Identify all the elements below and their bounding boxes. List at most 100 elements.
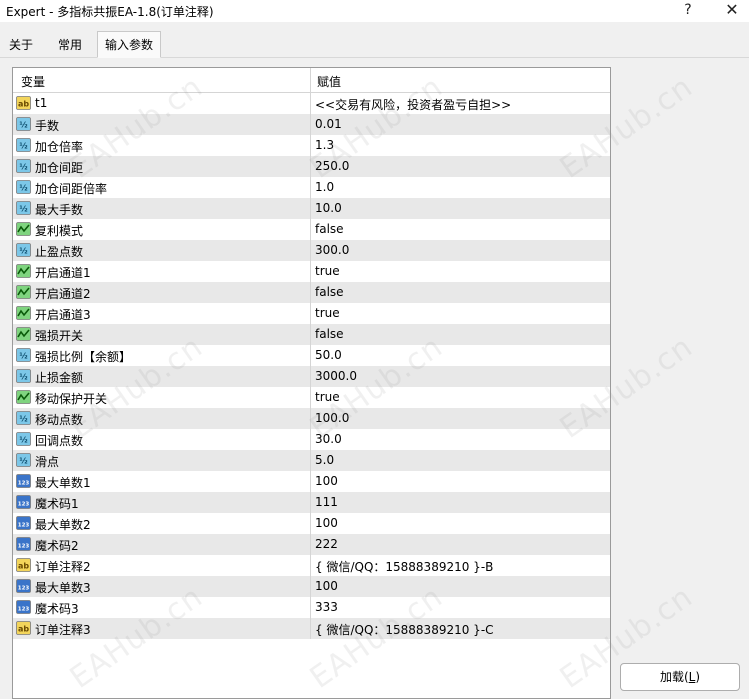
parameter-row[interactable]: 开启通道2 false bbox=[13, 282, 610, 303]
parameter-value[interactable]: false bbox=[315, 285, 344, 299]
parameter-value[interactable]: true bbox=[315, 264, 340, 278]
parameter-value[interactable]: 3000.0 bbox=[315, 369, 357, 383]
parameter-row[interactable]: ½ 回调点数 30.0 bbox=[13, 429, 610, 450]
parameter-row[interactable]: 123 最大单数3 100 bbox=[13, 576, 610, 597]
help-button[interactable]: ? bbox=[670, 0, 706, 22]
tab-input-parameters[interactable]: 输入参数 bbox=[97, 31, 161, 58]
parameter-row[interactable]: 复利模式 false bbox=[13, 219, 610, 240]
parameter-value[interactable]: false bbox=[315, 327, 344, 341]
parameter-row[interactable]: 强损开关 false bbox=[13, 324, 610, 345]
svg-text:½: ½ bbox=[19, 246, 27, 256]
int-type-icon: 123 bbox=[16, 600, 31, 614]
parameter-row[interactable]: ½ 加仓倍率 1.3 bbox=[13, 135, 610, 156]
parameter-name: 移动点数 bbox=[35, 413, 84, 427]
svg-text:123: 123 bbox=[18, 502, 30, 508]
parameter-row[interactable]: 移动保护开关 true bbox=[13, 387, 610, 408]
parameter-value[interactable]: 300.0 bbox=[315, 243, 349, 257]
parameter-value[interactable]: 1.3 bbox=[315, 138, 334, 152]
parameter-name: 开启通道3 bbox=[35, 308, 91, 322]
bool-type-icon bbox=[16, 327, 31, 341]
parameter-value[interactable]: { 微信/QQ：15888389210 }-B bbox=[315, 558, 493, 575]
parameter-row[interactable]: 开启通道3 true bbox=[13, 303, 610, 324]
column-divider bbox=[310, 555, 311, 576]
parameter-name: 滑点 bbox=[35, 455, 60, 469]
parameter-row[interactable]: 开启通道1 true bbox=[13, 261, 610, 282]
parameter-value[interactable]: 111 bbox=[315, 495, 338, 509]
svg-text:ab: ab bbox=[18, 562, 29, 571]
double-type-icon: ½ bbox=[16, 117, 31, 131]
parameter-row[interactable]: ½ 止损金额 3000.0 bbox=[13, 366, 610, 387]
parameter-value[interactable]: 5.0 bbox=[315, 453, 334, 467]
column-divider bbox=[310, 450, 311, 471]
parameter-value[interactable]: 50.0 bbox=[315, 348, 342, 362]
column-divider bbox=[310, 219, 311, 240]
parameter-row[interactable]: ½ 止盈点数 300.0 bbox=[13, 240, 610, 261]
parameter-row[interactable]: ab 订单注释3 { 微信/QQ：15888389210 }-C bbox=[13, 618, 610, 639]
column-divider bbox=[310, 261, 311, 282]
parameter-name: 加仓间距倍率 bbox=[35, 182, 108, 196]
parameter-value[interactable]: 10.0 bbox=[315, 201, 342, 215]
parameter-row[interactable]: 123 魔术码3 333 bbox=[13, 597, 610, 618]
parameter-value[interactable]: { 微信/QQ：15888389210 }-C bbox=[315, 621, 494, 638]
parameter-value[interactable]: 100 bbox=[315, 579, 338, 593]
column-divider bbox=[310, 156, 311, 177]
column-divider bbox=[310, 387, 311, 408]
parameter-value[interactable]: true bbox=[315, 306, 340, 320]
parameter-value[interactable]: 250.0 bbox=[315, 159, 349, 173]
parameter-row[interactable]: ab t1 <<交易有风险，投资者盈亏自担>> bbox=[13, 93, 610, 114]
double-type-icon: ½ bbox=[16, 138, 31, 152]
parameter-name: 复利模式 bbox=[35, 224, 84, 238]
parameters-grid[interactable]: 变量 赋值 ab t1 <<交易有风险，投资者盈亏自担>> ½ 手数 0.01 ½ 加仓倍率 1… bbox=[12, 67, 611, 699]
parameter-row[interactable]: ½ 加仓间距倍率 1.0 bbox=[13, 177, 610, 198]
parameter-row[interactable]: 123 最大单数1 100 bbox=[13, 471, 610, 492]
parameter-row[interactable]: ½ 强损比例【余额】 50.0 bbox=[13, 345, 610, 366]
tab-common[interactable]: 常用 bbox=[50, 33, 90, 57]
parameter-value[interactable]: 1.0 bbox=[315, 180, 334, 194]
int-type-icon: 123 bbox=[16, 516, 31, 530]
close-button[interactable]: ✕ bbox=[714, 0, 749, 22]
column-divider bbox=[310, 597, 311, 618]
bool-type-icon bbox=[16, 390, 31, 404]
parameter-row[interactable]: ½ 移动点数 100.0 bbox=[13, 408, 610, 429]
parameter-value[interactable]: 100 bbox=[315, 474, 338, 488]
parameter-name: 止盈点数 bbox=[35, 245, 84, 259]
parameter-row[interactable]: ½ 加仓间距 250.0 bbox=[13, 156, 610, 177]
parameter-row[interactable]: 123 魔术码2 222 bbox=[13, 534, 610, 555]
svg-text:ab: ab bbox=[18, 100, 29, 109]
parameter-value[interactable]: true bbox=[315, 390, 340, 404]
parameter-value[interactable]: 100.0 bbox=[315, 411, 349, 425]
parameter-name: 魔术码2 bbox=[35, 539, 79, 553]
column-header-variable[interactable]: 变量 bbox=[21, 73, 45, 90]
svg-text:123: 123 bbox=[18, 523, 30, 529]
parameter-value[interactable]: 333 bbox=[315, 600, 338, 614]
parameter-value[interactable]: 100 bbox=[315, 516, 338, 530]
parameter-row[interactable]: ½ 最大手数 10.0 bbox=[13, 198, 610, 219]
load-button-label: 加载( bbox=[659, 670, 689, 684]
parameter-value[interactable]: 222 bbox=[315, 537, 338, 551]
parameter-name: 加仓倍率 bbox=[35, 140, 84, 154]
parameter-row[interactable]: ½ 手数 0.01 bbox=[13, 114, 610, 135]
parameter-name: 加仓间距 bbox=[35, 161, 84, 175]
parameter-value[interactable]: 0.01 bbox=[315, 117, 342, 131]
int-type-icon: 123 bbox=[16, 579, 31, 593]
load-button[interactable]: 加载(L) bbox=[620, 663, 740, 691]
parameter-row[interactable]: ½ 滑点 5.0 bbox=[13, 450, 610, 471]
parameter-row[interactable]: ab 订单注释2 { 微信/QQ：15888389210 }-B bbox=[13, 555, 610, 576]
parameter-value[interactable]: <<交易有风险，投资者盈亏自担>> bbox=[315, 96, 511, 113]
column-header-value[interactable]: 赋值 bbox=[317, 73, 341, 90]
svg-text:½: ½ bbox=[19, 351, 27, 361]
svg-text:½: ½ bbox=[19, 183, 27, 193]
svg-text:½: ½ bbox=[19, 414, 27, 424]
parameter-name: 强损比例【余额】 bbox=[35, 350, 132, 364]
parameter-value[interactable]: false bbox=[315, 222, 344, 236]
parameter-name: 魔术码1 bbox=[35, 497, 79, 511]
column-divider[interactable] bbox=[310, 68, 311, 92]
double-type-icon: ½ bbox=[16, 159, 31, 173]
svg-text:½: ½ bbox=[19, 141, 27, 151]
parameter-rows: ab t1 <<交易有风险，投资者盈亏自担>> ½ 手数 0.01 ½ 加仓倍率 1.3 ½ 加仓间… bbox=[13, 93, 610, 639]
parameter-name: 开启通道2 bbox=[35, 287, 91, 301]
parameter-row[interactable]: 123 魔术码1 111 bbox=[13, 492, 610, 513]
parameter-row[interactable]: 123 最大单数2 100 bbox=[13, 513, 610, 534]
parameter-value[interactable]: 30.0 bbox=[315, 432, 342, 446]
tab-about[interactable]: 关于 bbox=[2, 33, 40, 57]
